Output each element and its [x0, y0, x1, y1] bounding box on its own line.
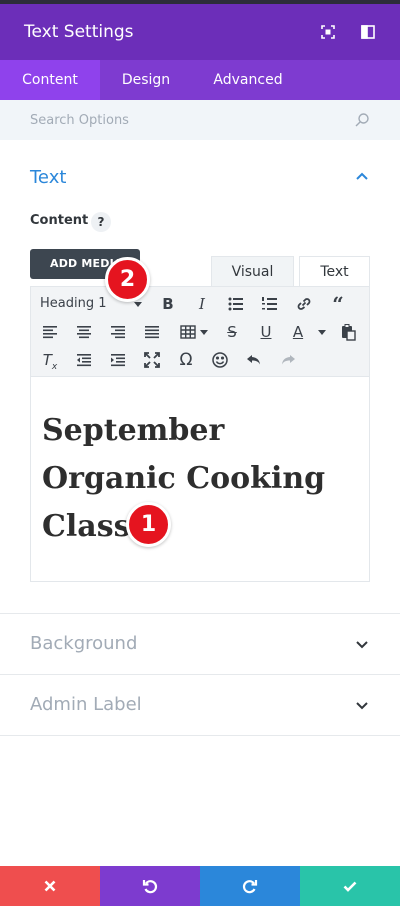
chevron-down-icon[interactable] [354, 636, 370, 652]
modal-title: Text Settings [24, 22, 134, 42]
annotation-badge-1: 1 [126, 502, 171, 547]
special-char-icon[interactable]: Ω [175, 349, 197, 371]
chevron-down-icon[interactable] [354, 697, 370, 713]
chevron-down-icon [318, 330, 326, 335]
quote-icon[interactable]: “ [327, 293, 349, 315]
fullscreen-icon[interactable] [141, 349, 163, 371]
justify-icon[interactable] [141, 321, 163, 343]
indent-icon[interactable] [107, 349, 129, 371]
numbered-list-icon[interactable] [259, 293, 281, 315]
align-right-icon[interactable] [107, 321, 129, 343]
heading-line: September [42, 413, 225, 448]
bullet-list-icon[interactable] [225, 293, 247, 315]
redo-button[interactable] [200, 866, 300, 906]
search-bar [0, 100, 400, 140]
annotation-badge-2: 2 [105, 257, 150, 302]
heading-line: Class [42, 509, 131, 544]
divider [0, 674, 400, 675]
section-title-admin-label[interactable]: Admin Label [30, 694, 142, 715]
divider [0, 613, 400, 614]
redo-icon[interactable] [277, 349, 299, 371]
save-button[interactable] [300, 866, 400, 906]
rich-text-editor: Heading 1 B I “ S U A Tx Ω September Org… [30, 286, 370, 582]
outdent-icon[interactable] [73, 349, 95, 371]
editor-content[interactable]: September Organic Cooking Class [42, 407, 352, 551]
align-left-icon[interactable] [39, 321, 61, 343]
undo-icon [142, 880, 158, 894]
paste-icon[interactable] [337, 321, 359, 343]
align-center-icon[interactable] [73, 321, 95, 343]
underline-icon[interactable]: U [255, 321, 277, 343]
search-icon[interactable] [354, 112, 370, 128]
bold-icon[interactable]: B [157, 293, 179, 315]
tab-design[interactable]: Design [100, 60, 192, 100]
tab-text[interactable]: Text [299, 256, 370, 286]
settings-header: Text Settings [0, 4, 400, 60]
chevron-down-icon [134, 302, 142, 307]
emoji-icon[interactable] [209, 349, 231, 371]
format-select[interactable]: Heading 1 [40, 293, 107, 315]
clear-formatting-icon[interactable]: Tx [39, 349, 61, 372]
chevron-up-icon[interactable] [354, 169, 370, 185]
tab-advanced[interactable]: Advanced [200, 60, 296, 100]
expand-icon[interactable] [319, 23, 337, 41]
link-icon[interactable] [293, 293, 315, 315]
editor-toolbar: Heading 1 B I “ S U A Tx Ω [31, 287, 369, 377]
heading-line: Organic Cooking [42, 461, 326, 496]
check-icon [343, 881, 357, 892]
search-input[interactable] [30, 110, 330, 130]
redo-icon [242, 880, 258, 894]
strikethrough-icon[interactable]: S [221, 321, 243, 343]
close-icon [44, 880, 56, 892]
footer-actions [0, 866, 400, 906]
italic-icon[interactable]: I [191, 293, 213, 315]
undo-icon[interactable] [243, 349, 265, 371]
table-icon[interactable] [177, 321, 199, 343]
cancel-button[interactable] [0, 866, 100, 906]
section-title-text[interactable]: Text [30, 167, 66, 188]
section-title-background[interactable]: Background [30, 633, 137, 654]
settings-tabs: Content Design Advanced [0, 60, 400, 100]
tab-content[interactable]: Content [0, 60, 100, 100]
help-icon[interactable]: ? [91, 212, 111, 232]
chevron-down-icon [200, 330, 208, 335]
text-color-icon[interactable]: A [287, 321, 309, 343]
divider [0, 735, 400, 736]
undo-button[interactable] [100, 866, 200, 906]
sidebar-toggle-icon[interactable] [359, 23, 377, 41]
tab-visual[interactable]: Visual [211, 256, 294, 286]
content-label: Content [30, 213, 89, 228]
